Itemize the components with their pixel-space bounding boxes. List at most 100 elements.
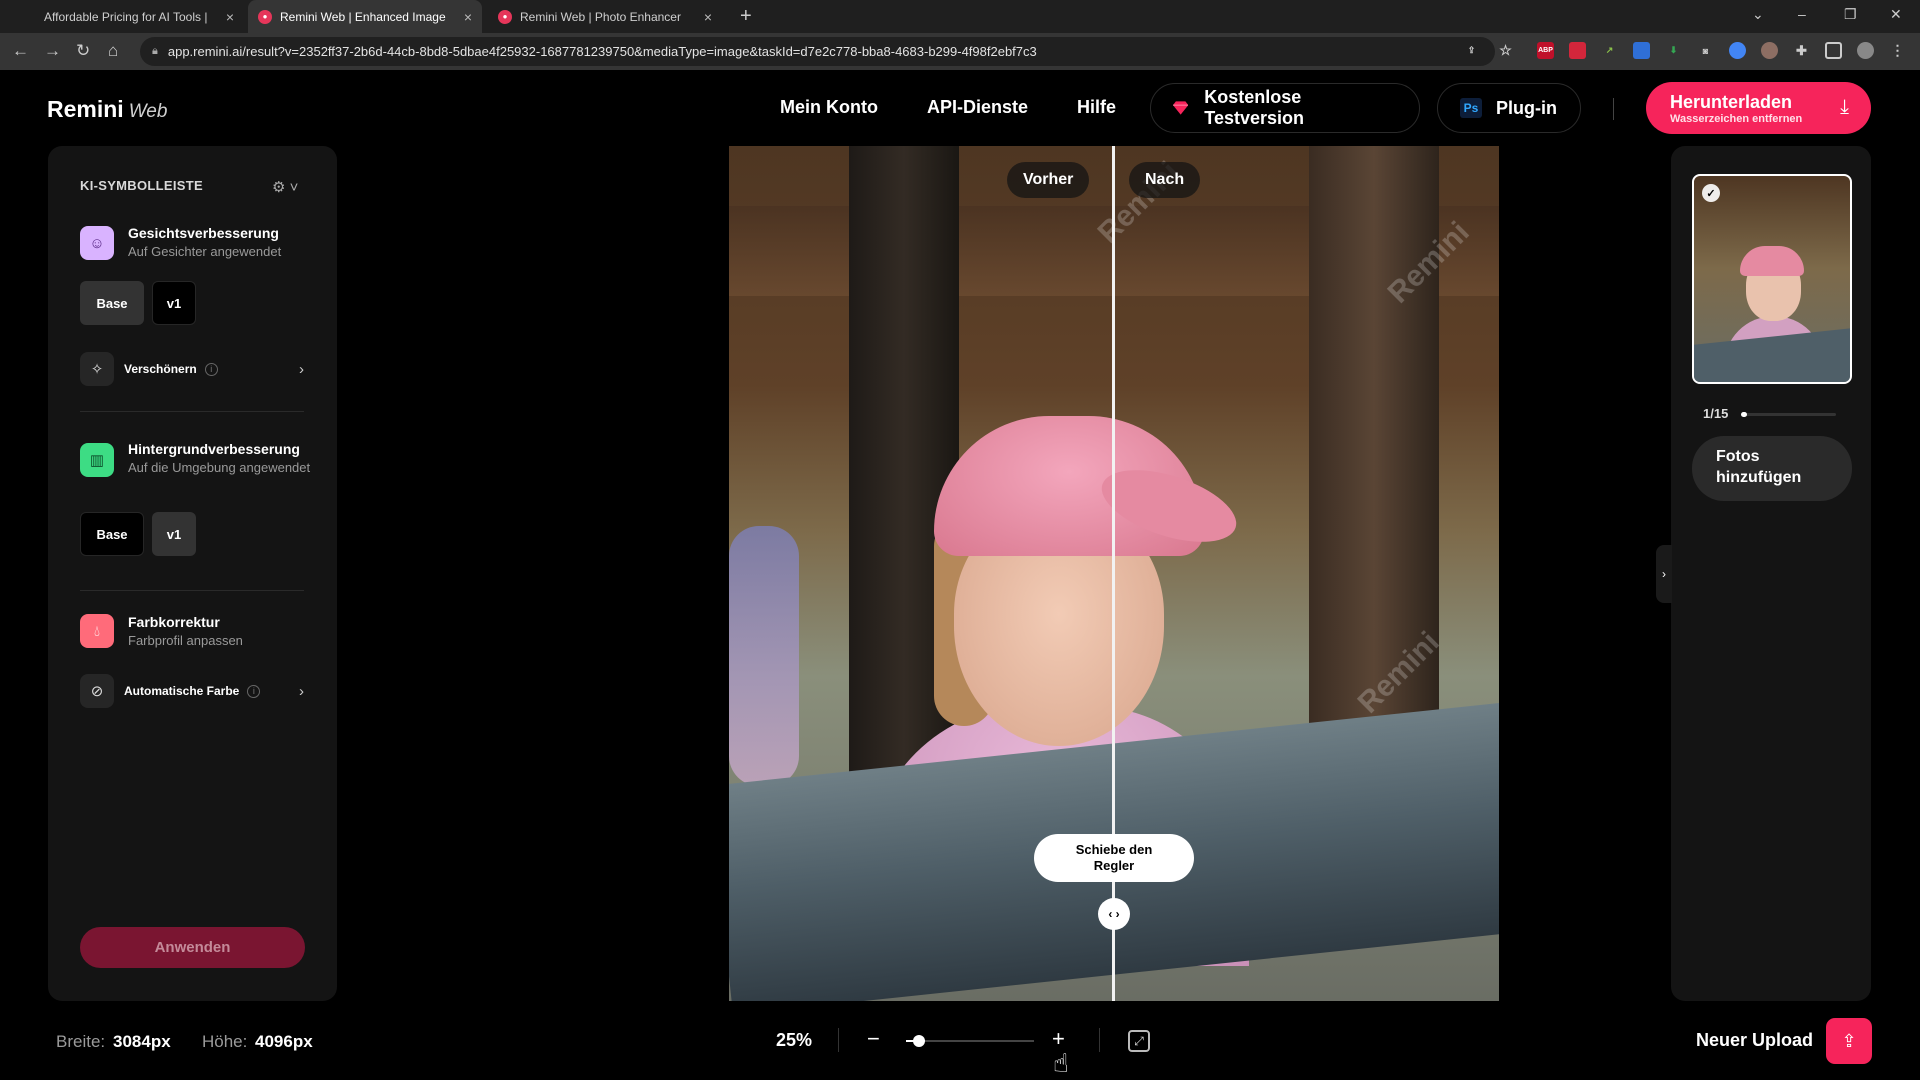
extension-blue-icon[interactable] <box>1633 42 1650 59</box>
photos-panel: ✓ 1/15 Fotos hinzufügen <box>1671 146 1871 1001</box>
browser-tab-pricing[interactable]: Affordable Pricing for AI Tools | × <box>34 0 244 33</box>
chevron-right-icon: › <box>299 682 304 700</box>
share-icon[interactable]: ⇪ <box>1463 42 1480 59</box>
browser-toolbar: ← → ↻ ⌂ 🔒︎ app.remini.ai/result?v=2352ff… <box>0 33 1920 70</box>
download-button[interactable]: Herunterladen Wasserzeichen entfernen ⤓ <box>1646 82 1871 134</box>
zoom-out-minus-icon[interactable]: − <box>867 1026 880 1052</box>
check-icon: ✓ <box>1702 184 1720 202</box>
face-enhance-subtitle: Auf Gesichter angewendet <box>128 244 282 259</box>
image-comparison-viewer[interactable]: Remini Remini Remini Vorher Nach Schiebe… <box>729 146 1499 1001</box>
browser-menu-icon[interactable]: ⋮ <box>1889 42 1906 59</box>
slider-tooltip: Schiebe den Regler <box>1034 834 1194 882</box>
face-smile-icon: ☺ <box>80 226 114 260</box>
lock-icon: 🔒︎ <box>152 45 158 57</box>
browser-tab-photo-enhancer[interactable]: ● Remini Web | Photo Enhancer × <box>488 0 722 33</box>
zoom-divider <box>838 1028 839 1052</box>
close-icon[interactable]: × <box>226 9 234 25</box>
info-icon[interactable]: i <box>247 684 261 698</box>
photoshop-icon: Ps <box>1460 98 1482 118</box>
minimize-icon[interactable]: – <box>1798 6 1806 22</box>
remini-favicon-icon: ● <box>498 9 512 24</box>
photo-progress-track <box>1741 413 1836 416</box>
thumb-girl-cap <box>1740 246 1804 276</box>
add-photos-button[interactable]: Fotos hinzufügen <box>1692 436 1852 501</box>
hand-cursor-icon: ☝︎ <box>1053 1048 1069 1078</box>
info-icon[interactable]: i <box>204 362 218 376</box>
color-drop-icon: 💧︎ <box>80 614 114 648</box>
back-arrow-icon[interactable]: ← <box>12 41 29 61</box>
height-label: Höhe: <box>202 1032 248 1051</box>
remini-logo[interactable]: Remini Web <box>47 96 167 123</box>
width-value: 3084px <box>113 1032 171 1051</box>
background-enhance-title: Hintergrundverbesserung <box>128 441 300 457</box>
close-icon[interactable]: × <box>704 9 712 25</box>
background-option-base[interactable]: Base <box>80 512 144 556</box>
profile-avatar-icon[interactable] <box>1857 42 1874 59</box>
beautify-sparkle-icon: ✧ <box>80 352 114 386</box>
side-panel-icon[interactable] <box>1825 42 1842 59</box>
tab-search-chevron-icon[interactable]: ⌄ <box>1752 6 1764 23</box>
extension-camera-icon[interactable]: ◙ <box>1697 42 1714 59</box>
free-trial-button[interactable]: Kostenlose Testversion <box>1150 83 1420 133</box>
photoshop-plugin-button[interactable]: Ps Plug-in <box>1437 83 1581 133</box>
width-label: Breite: <box>56 1032 106 1051</box>
window-close-icon[interactable]: ✕ <box>1890 6 1902 23</box>
after-label: Nach <box>1129 162 1201 198</box>
home-icon[interactable]: ⌂ <box>108 41 118 61</box>
background-option-v1[interactable]: v1 <box>152 512 196 556</box>
settings-gear-icon[interactable]: ⚙ ˅ <box>272 178 298 196</box>
before-label: Vorher <box>1007 162 1090 198</box>
restore-icon[interactable]: ❐ <box>1844 6 1857 23</box>
nav-my-account[interactable]: Mein Konto <box>780 97 878 118</box>
browser-tab-bar: Affordable Pricing for AI Tools | × ● Re… <box>0 0 1920 33</box>
download-icon: ⤓ <box>1840 96 1849 118</box>
background-enhance-subtitle: Auf die Umgebung angewendet <box>128 460 311 475</box>
extension-red-icon[interactable] <box>1569 42 1586 59</box>
address-bar[interactable]: 🔒︎ app.remini.ai/result?v=2352ff37-2b6d-… <box>140 37 1495 66</box>
reload-icon[interactable]: ↻ <box>76 41 90 61</box>
ai-toolbar-panel: KI-SYMBOLLEISTE ⚙ ˅ ☺ Gesichtsverbesseru… <box>48 146 337 1001</box>
gem-icon <box>1173 101 1189 115</box>
zoom-level: 25% <box>776 1030 813 1050</box>
face-option-v1[interactable]: v1 <box>152 281 196 325</box>
new-tab-plus-icon[interactable]: + <box>740 5 752 28</box>
height-value: 4096px <box>255 1032 313 1051</box>
face-enhance-title: Gesichtsverbesserung <box>128 225 279 241</box>
header-divider <box>1613 98 1614 120</box>
adblock-icon[interactable]: ABP <box>1537 42 1554 59</box>
section-divider <box>80 411 304 412</box>
chevron-right-icon: › <box>299 360 304 378</box>
photo-thumbnail[interactable]: ✓ <box>1692 174 1852 384</box>
slider-handle-arrows-icon[interactable]: ‹ › <box>1098 898 1130 930</box>
ai-toolbar-title: KI-SYMBOLLEISTE <box>80 178 203 193</box>
nav-api-services[interactable]: API-Dienste <box>927 97 1028 118</box>
extension-brown-icon[interactable] <box>1761 42 1778 59</box>
extension-download-icon[interactable]: ⬇ <box>1665 42 1682 59</box>
color-correction-title: Farbkorrektur <box>128 614 220 630</box>
auto-color-row[interactable]: ⊘ Automatische Farbe i › <box>80 674 304 708</box>
photo-counter: 1/15 <box>1703 406 1729 421</box>
close-icon[interactable]: × <box>464 9 472 25</box>
photo-progress-fill <box>1741 412 1747 417</box>
forward-arrow-icon[interactable]: → <box>44 41 61 61</box>
extensions-puzzle-icon[interactable]: ✚ <box>1793 42 1810 59</box>
upload-icon[interactable]: ⇪ <box>1826 1018 1872 1064</box>
browser-tab-enhanced-image[interactable]: ● Remini Web | Enhanced Image × <box>248 0 482 33</box>
bookmark-star-icon[interactable]: ☆ <box>1497 42 1514 59</box>
section-divider <box>80 590 304 591</box>
app-header: Remini Web Mein Konto API-Dienste Hilfe K… <box>0 70 1920 144</box>
zoom-slider-track[interactable] <box>906 1040 1034 1042</box>
new-upload-label[interactable]: Neuer Upload <box>1696 1030 1813 1051</box>
face-option-base[interactable]: Base <box>80 281 144 325</box>
beautify-row[interactable]: ✧ Verschönern i › <box>80 352 304 386</box>
apply-button[interactable]: Anwenden <box>80 927 305 968</box>
collapse-panel-chevron-icon[interactable]: › <box>1656 545 1672 603</box>
extension-chrome-icon[interactable] <box>1729 42 1746 59</box>
fit-to-screen-icon[interactable]: ⤢ <box>1128 1030 1150 1052</box>
auto-color-icon: ⊘ <box>80 674 114 708</box>
url-text: app.remini.ai/result?v=2352ff37-2b6d-44c… <box>167 44 1037 59</box>
extension-arrow-icon[interactable]: ↗ <box>1601 42 1618 59</box>
zoom-slider-knob[interactable] <box>913 1035 925 1047</box>
nav-help[interactable]: Hilfe <box>1077 97 1116 118</box>
color-correction-subtitle: Farbprofil anpassen <box>128 633 243 648</box>
